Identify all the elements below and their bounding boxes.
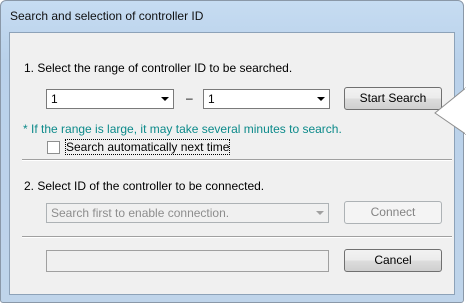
range-to-combobox[interactable]: 1 xyxy=(203,89,330,109)
title-bar[interactable]: Search and selection of controller ID xyxy=(1,1,463,31)
connect-button[interactable]: Connect xyxy=(344,201,442,224)
range-separator: – xyxy=(186,91,193,105)
step1-label: 1. Select the range of controller ID to … xyxy=(24,61,293,75)
auto-search-checkbox[interactable] xyxy=(47,141,60,154)
range-from-combobox[interactable]: 1 xyxy=(46,89,174,109)
controller-id-select-value: Search first to enable connection. xyxy=(51,206,230,220)
controller-id-select[interactable]: Search first to enable connection. xyxy=(46,203,329,223)
chevron-down-icon[interactable] xyxy=(156,91,172,107)
dialog-title: Search and selection of controller ID xyxy=(10,9,204,23)
cancel-button[interactable]: Cancel xyxy=(344,249,442,272)
section-divider xyxy=(22,159,452,161)
section-divider xyxy=(22,236,452,238)
dialog-body: 1. Select the range of controller ID to … xyxy=(9,32,455,295)
status-field xyxy=(46,250,329,272)
step2-label: 2. Select ID of the controller to be con… xyxy=(24,179,265,193)
range-to-value: 1 xyxy=(208,92,215,106)
auto-search-label[interactable]: Search automatically next time xyxy=(64,139,231,155)
search-duration-hint: * If the range is large, it may take sev… xyxy=(23,122,342,136)
chevron-down-icon[interactable] xyxy=(311,205,327,221)
start-search-button[interactable]: Start Search xyxy=(344,87,442,110)
range-from-value: 1 xyxy=(51,92,58,106)
dialog-window: Search and selection of controller ID 1.… xyxy=(0,0,466,303)
chevron-down-icon[interactable] xyxy=(312,91,328,107)
